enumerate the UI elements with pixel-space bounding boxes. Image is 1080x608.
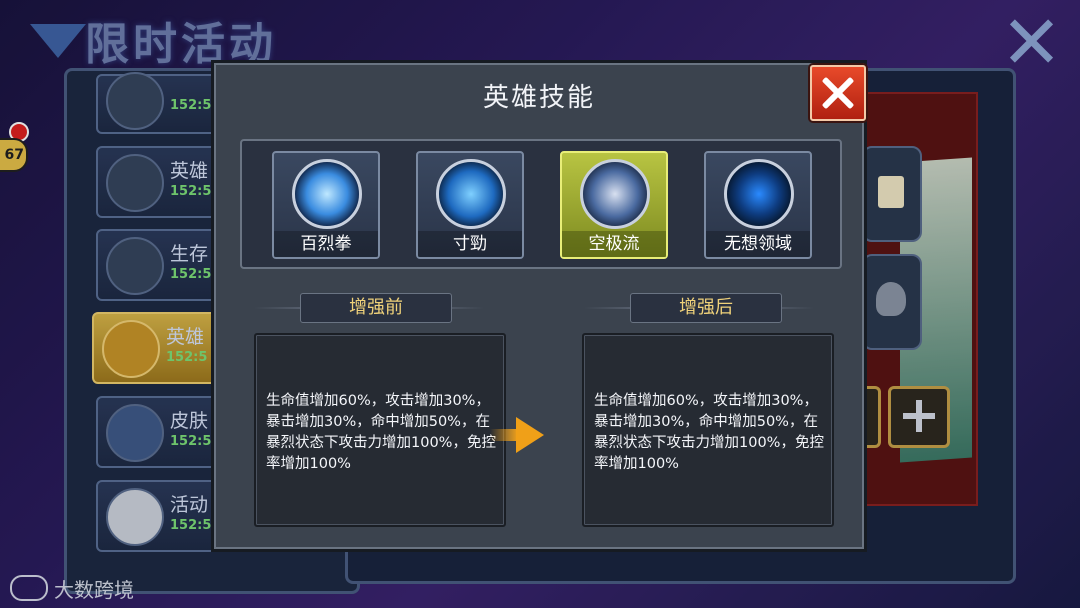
before-heading: 增强前 xyxy=(300,293,452,323)
before-description: 生命值增加60%，攻击增加30%，暴击增加30%，命中增加50%，在暴烈状态下攻… xyxy=(266,393,496,472)
skill-label: 空极流 xyxy=(562,231,666,257)
silhouette-aura-icon xyxy=(724,159,794,229)
modal-title: 英雄技能 xyxy=(482,83,595,113)
skill-label: 寸勁 xyxy=(418,231,522,257)
skill-tab-1[interactable]: 寸勁 xyxy=(416,151,524,259)
after-description-box: 生命值增加60%，攻击增加30%，暴击增加30%，命中增加50%，在暴烈状态下攻… xyxy=(582,333,834,527)
after-heading: 增强后 xyxy=(630,293,782,323)
water-strike-icon xyxy=(436,159,506,229)
skill-tab-0[interactable]: 百烈拳 xyxy=(272,151,380,259)
after-description: 生命值增加60%，攻击增加30%，暴击增加30%，命中增加50%，在暴烈状态下攻… xyxy=(594,393,824,472)
skill-label: 百烈拳 xyxy=(274,231,378,257)
skill-tab-3[interactable]: 无想领域 xyxy=(704,151,812,259)
hero-skill-modal: 英雄技能 百烈拳 寸勁 空极流 无想领域 增强前 增强后 生命值增加60%，攻击… xyxy=(211,60,867,552)
skill-tab-2[interactable]: 空极流 xyxy=(560,151,668,259)
skill-label: 无想领域 xyxy=(706,231,810,257)
skill-tab-strip: 百烈拳 寸勁 空极流 无想领域 xyxy=(240,139,842,269)
hero-portrait-icon xyxy=(580,159,650,229)
fist-burst-icon xyxy=(292,159,362,229)
arrow-right-icon xyxy=(516,417,544,453)
before-description-box: 生命值增加60%，攻击增加30%，暴击增加30%，命中增加50%，在暴烈状态下攻… xyxy=(254,333,506,527)
arrow-tail xyxy=(490,429,518,441)
close-button[interactable] xyxy=(810,65,866,121)
